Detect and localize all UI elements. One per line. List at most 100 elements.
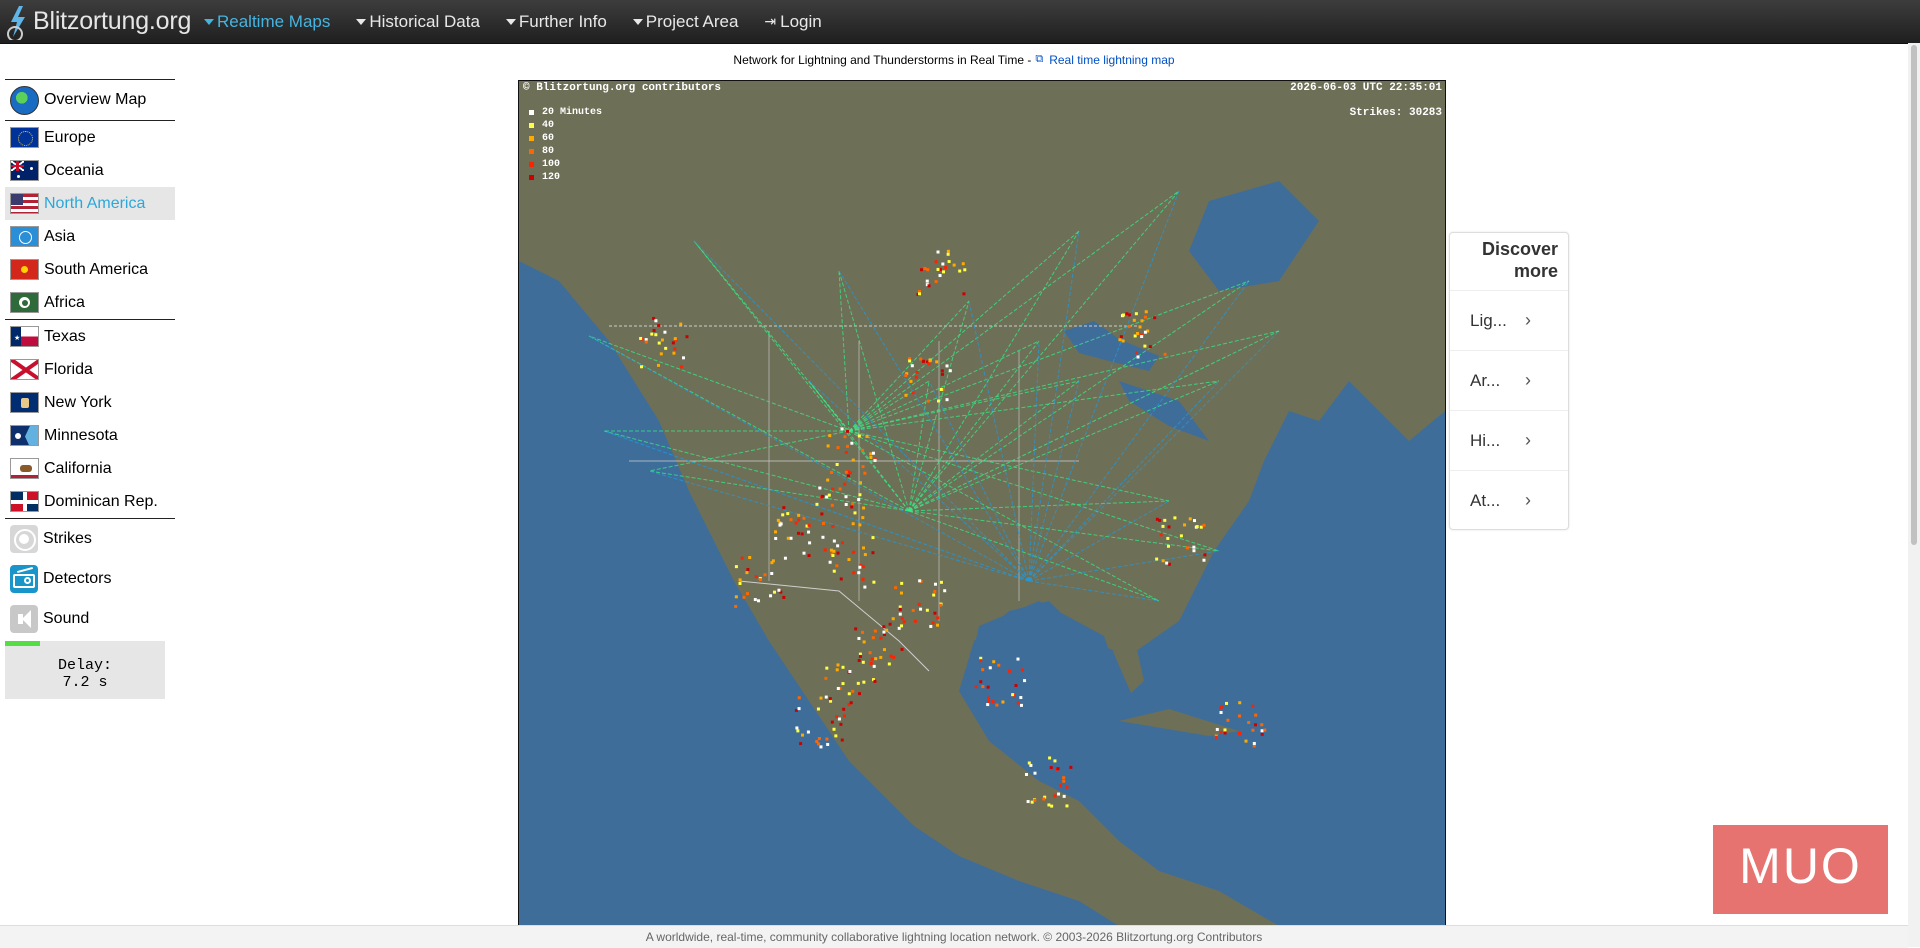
sidebar-item-sound[interactable]: Sound bbox=[5, 599, 175, 639]
discover-item[interactable]: At... › bbox=[1450, 470, 1568, 530]
strike-mark bbox=[925, 279, 929, 283]
strike-mark bbox=[861, 565, 865, 569]
strike-mark bbox=[850, 441, 854, 445]
nav-realtime-maps[interactable]: Realtime Maps bbox=[204, 12, 330, 32]
strike-mark bbox=[943, 589, 947, 593]
strike-mark bbox=[1024, 772, 1028, 776]
strike-mark bbox=[783, 556, 787, 560]
strike-mark bbox=[932, 593, 936, 597]
strike-mark bbox=[1253, 723, 1257, 727]
strike-mark bbox=[832, 549, 836, 553]
sidebar-item-africa[interactable]: Africa bbox=[5, 286, 175, 319]
minnesota-flag-icon bbox=[10, 425, 39, 446]
sidebar-item-new-york[interactable]: New York bbox=[5, 386, 175, 419]
sidebar-item-california[interactable]: California bbox=[5, 452, 175, 485]
realtime-map-link[interactable]: ⧉ Real time lightning map bbox=[1035, 53, 1174, 67]
sidebar-item-strikes[interactable]: Strikes bbox=[5, 519, 175, 559]
discover-item[interactable]: Hi... › bbox=[1450, 410, 1568, 470]
dominican-rep-flag-icon bbox=[10, 491, 39, 512]
lightning-map[interactable]: © Blitzortung.org contributors 2026-06-0… bbox=[518, 80, 1446, 927]
strike-mark bbox=[856, 681, 860, 685]
map-legend: 20 Minutes 40 60 80 100 120 bbox=[529, 106, 602, 184]
eu-flag-icon bbox=[10, 127, 39, 148]
sidebar-item-south-america[interactable]: South America bbox=[5, 253, 175, 286]
strike-mark bbox=[1244, 739, 1248, 743]
nav-historical-data-label: Historical Data bbox=[369, 11, 480, 31]
strike-mark bbox=[842, 714, 846, 718]
sidebar-item-texas[interactable]: ★ Texas bbox=[5, 320, 175, 353]
sidebar-item-florida[interactable]: Florida bbox=[5, 353, 175, 386]
brand-name: Blitzortung.org bbox=[33, 7, 192, 35]
strike-mark bbox=[899, 591, 903, 595]
scrollbar-thumb[interactable] bbox=[1911, 45, 1917, 545]
strike-mark bbox=[848, 471, 852, 475]
sidebar-item-north-america[interactable]: North America bbox=[5, 187, 175, 220]
strike-mark bbox=[911, 608, 915, 612]
discover-item[interactable]: Ar... › bbox=[1450, 350, 1568, 410]
strike-mark bbox=[873, 679, 877, 683]
strike-mark bbox=[1014, 684, 1018, 688]
sidebar-item-detectors[interactable]: Detectors bbox=[5, 559, 175, 599]
strike-mark bbox=[869, 455, 873, 459]
strike-mark bbox=[828, 560, 832, 564]
brand[interactable]: Blitzortung.org bbox=[4, 0, 191, 43]
sidebar-item-minnesota[interactable]: Minnesota bbox=[5, 419, 175, 452]
sidebar-item-dominican-rep[interactable]: Dominican Rep. bbox=[5, 485, 175, 518]
sidebar-item-overview[interactable]: Overview Map bbox=[5, 80, 175, 120]
strike-mark bbox=[1144, 310, 1148, 314]
strike-mark bbox=[1143, 330, 1147, 334]
strike-mark bbox=[1048, 756, 1052, 760]
strike-mark bbox=[1016, 701, 1020, 705]
strike-mark bbox=[799, 742, 803, 746]
sidebar-item-label: California bbox=[44, 459, 112, 477]
strike-mark bbox=[1138, 325, 1142, 329]
strike-mark bbox=[872, 664, 876, 668]
nav-login[interactable]: ⇥ Login bbox=[764, 12, 821, 32]
strike-mark bbox=[640, 365, 644, 369]
strike-mark bbox=[992, 660, 996, 664]
strike-mark bbox=[1251, 728, 1255, 732]
sidebar-item-label: Detectors bbox=[43, 570, 112, 587]
nav-further-info[interactable]: Further Info bbox=[505, 12, 607, 32]
new-york-flag-icon bbox=[10, 392, 39, 413]
strike-mark bbox=[830, 470, 834, 474]
strike-mark bbox=[858, 654, 862, 658]
strike-mark bbox=[1214, 735, 1218, 739]
strike-mark bbox=[854, 627, 858, 631]
strike-mark bbox=[946, 249, 950, 253]
strike-mark bbox=[834, 734, 838, 738]
strike-mark bbox=[936, 250, 940, 254]
strike-mark bbox=[1161, 559, 1165, 563]
strike-mark bbox=[958, 269, 962, 273]
strike-mark bbox=[816, 707, 820, 711]
strike-mark bbox=[863, 585, 867, 589]
strike-mark bbox=[1167, 562, 1171, 566]
sidebar-item-oceania[interactable]: Oceania bbox=[5, 154, 175, 187]
strike-mark bbox=[840, 738, 844, 742]
page-scrollbar[interactable] bbox=[1908, 43, 1920, 947]
strike-mark bbox=[806, 730, 810, 734]
sidebar-item-label: Texas bbox=[44, 327, 86, 345]
strike-mark bbox=[757, 599, 761, 603]
sidebar-item-europe[interactable]: Europe bbox=[5, 121, 175, 154]
strike-mark bbox=[848, 669, 852, 673]
strike-mark bbox=[1033, 798, 1037, 802]
strike-mark bbox=[820, 512, 824, 516]
strike-mark bbox=[836, 551, 840, 555]
strike-mark bbox=[843, 435, 847, 439]
strike-mark bbox=[841, 682, 845, 686]
strike-mark bbox=[782, 506, 786, 510]
nav-historical-data[interactable]: Historical Data bbox=[356, 12, 480, 32]
strike-mark bbox=[986, 685, 990, 689]
strike-mark bbox=[816, 742, 820, 746]
discover-item[interactable]: Lig... › bbox=[1450, 290, 1568, 350]
sidebar-item-asia[interactable]: Asia bbox=[5, 220, 175, 253]
strike-mark bbox=[1254, 713, 1258, 717]
strike-mark bbox=[911, 391, 915, 395]
legend-label: 60 bbox=[542, 133, 555, 144]
strike-mark bbox=[891, 617, 895, 621]
strike-mark bbox=[835, 715, 839, 719]
strike-mark bbox=[862, 680, 866, 684]
strike-mark bbox=[1065, 804, 1069, 808]
nav-project-area[interactable]: Project Area bbox=[632, 12, 738, 32]
